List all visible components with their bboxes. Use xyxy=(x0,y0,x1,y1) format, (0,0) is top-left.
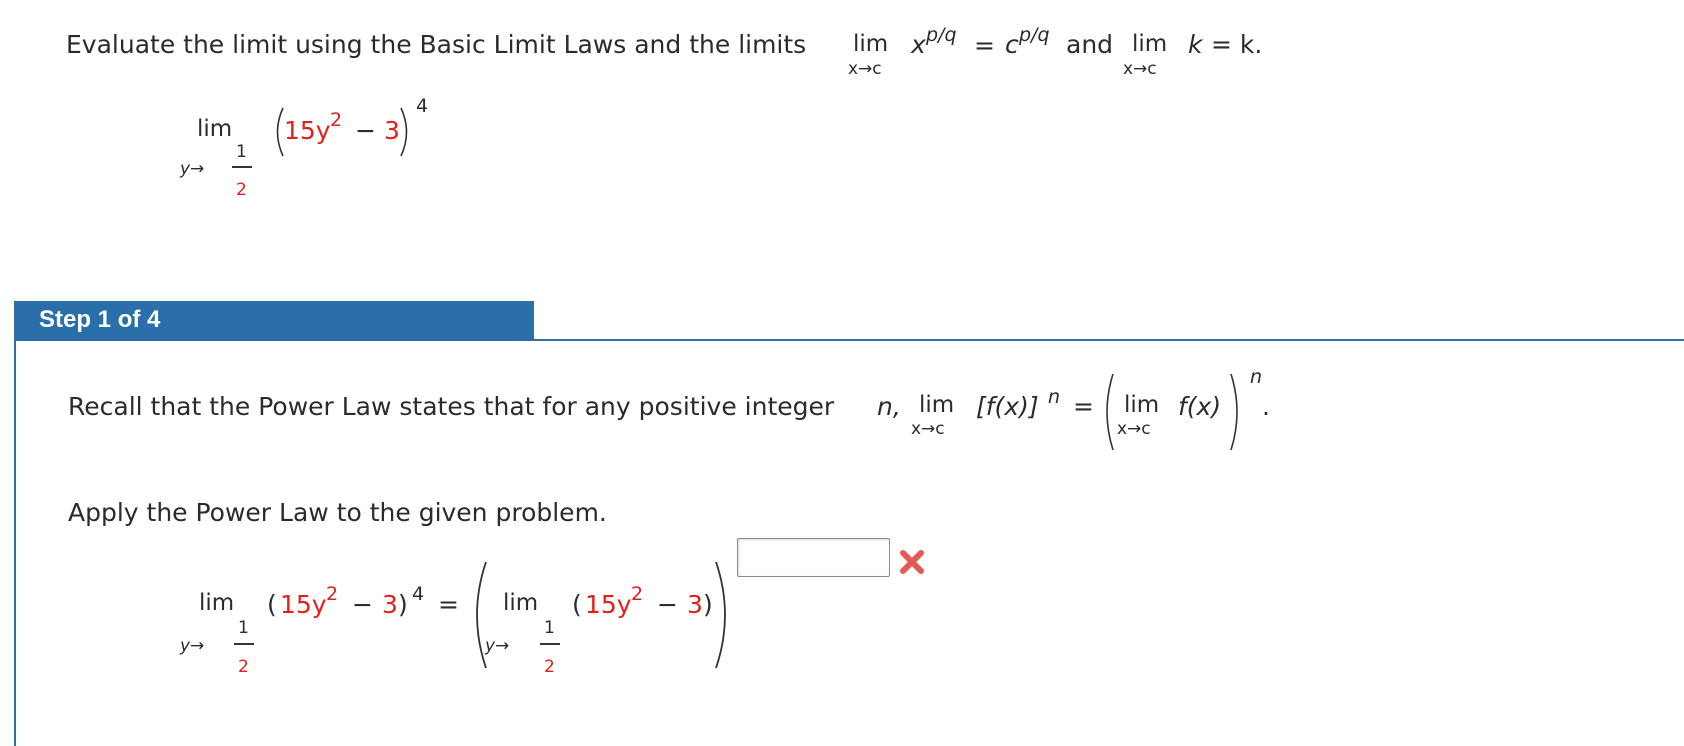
problem-power: 4 xyxy=(416,95,429,117)
apply-power-lhs: 4 xyxy=(412,583,425,605)
apply-const-lhs: 3 xyxy=(382,590,398,619)
incorrect-x-icon xyxy=(900,550,924,574)
recall-rhs-inner: f(x) xyxy=(1178,392,1222,421)
apply-sq-lhs: 2 xyxy=(326,583,339,605)
recall-rhs-exp: n xyxy=(1250,366,1263,388)
exponent-answer-input[interactable] xyxy=(737,538,890,577)
apply-frac-den-lhs: 2 xyxy=(238,657,249,677)
problem-y-arrow: y→ xyxy=(180,159,205,179)
apply-paren-open-rhs: ( xyxy=(572,590,582,619)
limit-lim-1: lim xyxy=(853,31,889,57)
apply-y-arrow-lhs: y→ xyxy=(180,636,205,656)
problem-intro: Evaluate the limit using the Basic Limit… xyxy=(66,30,807,59)
recall-var: n, xyxy=(877,392,901,421)
limit-lim-2: lim xyxy=(1132,31,1168,57)
problem-frac-den: 2 xyxy=(236,180,247,200)
apply-lim-rhs: lim xyxy=(503,590,539,616)
recall-period: . xyxy=(1262,392,1270,421)
apply-paren-close-lhs: ) xyxy=(398,590,408,619)
apply-frac-bar-rhs xyxy=(540,643,560,645)
apply-frac-bar-lhs xyxy=(234,643,254,645)
recall-lim-rhs: lim xyxy=(1124,392,1160,418)
apply-minus-lhs: − xyxy=(352,590,373,619)
apply-const-rhs: 3 xyxy=(687,590,703,619)
apply-big-close-paren xyxy=(715,561,726,669)
apply-paren-open-lhs: ( xyxy=(267,590,277,619)
recall-sub: x→c xyxy=(911,419,945,439)
recall-open-paren xyxy=(1106,373,1114,451)
apply-frac-num-lhs: 1 xyxy=(238,618,249,638)
law1-rhs-exp: p/q xyxy=(1019,24,1050,46)
step-tab: Step 1 of 4 xyxy=(14,301,534,339)
recall-lhs: [f(x)] xyxy=(976,392,1039,421)
apply-y-arrow-rhs: y→ xyxy=(485,636,510,656)
law2-rhs: = k. xyxy=(1211,30,1263,59)
recall-lim: lim xyxy=(919,392,955,418)
recall-lhs-exp: n xyxy=(1048,386,1061,408)
apply-text: Apply the Power Law to the given problem… xyxy=(68,498,607,527)
problem-coeff: 15y xyxy=(284,116,331,145)
limit-sub-2: x→c xyxy=(1123,59,1157,79)
problem-frac-num: 1 xyxy=(236,142,247,162)
law1-eq: = xyxy=(974,31,995,60)
step-divider xyxy=(14,339,1684,341)
apply-coeff-lhs: 15y xyxy=(280,590,327,619)
apply-coeff-rhs: 15y xyxy=(585,590,632,619)
apply-frac-num-rhs: 1 xyxy=(544,618,555,638)
recall-close-paren xyxy=(1230,373,1238,451)
and-text: and xyxy=(1066,30,1114,59)
recall-eq: = xyxy=(1073,392,1094,421)
apply-frac-den-rhs: 2 xyxy=(544,657,555,677)
limit-sub-1: x→c xyxy=(848,59,882,79)
apply-lim-lhs: lim xyxy=(199,590,235,616)
law1-base: x xyxy=(911,30,926,59)
apply-sq-rhs: 2 xyxy=(631,583,644,605)
apply-eq: = xyxy=(438,590,459,619)
problem-sq: 2 xyxy=(330,109,343,131)
law1-rhs-base: c xyxy=(1005,30,1019,59)
problem-lim: lim xyxy=(197,116,233,142)
problem-frac-bar xyxy=(232,166,252,168)
recall-sub-rhs: x→c xyxy=(1117,419,1151,439)
law1-exp: p/q xyxy=(926,24,957,46)
step-panel-border xyxy=(14,339,16,746)
problem-minus: − xyxy=(355,116,376,145)
problem-close-paren xyxy=(400,107,408,157)
law2-var: k xyxy=(1188,30,1203,59)
recall-text: Recall that the Power Law states that fo… xyxy=(68,392,835,421)
apply-minus-rhs: − xyxy=(657,590,678,619)
